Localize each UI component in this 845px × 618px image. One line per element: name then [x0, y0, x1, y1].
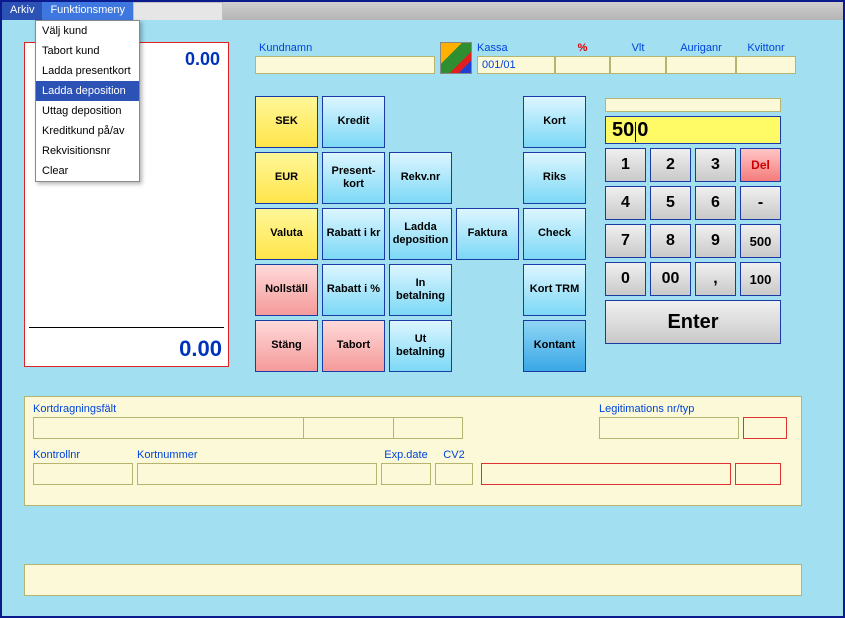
btn-faktura[interactable]: Faktura	[456, 208, 519, 260]
key-8[interactable]: 8	[650, 224, 691, 258]
key-0[interactable]: 0	[605, 262, 646, 296]
btn-valuta[interactable]: Valuta	[255, 208, 318, 260]
btn-inbetalning[interactable]: In betalning	[389, 264, 452, 316]
dd-rekvisitionsnr[interactable]: Rekvisitionsnr	[36, 141, 139, 161]
field-cv2[interactable]	[435, 463, 473, 485]
keypad-area: 500 1 2 3 Del 4 5 6 - 7 8 9	[605, 98, 781, 344]
label-vlt: Vlt	[610, 42, 666, 54]
btn-kontant[interactable]: Kontant	[523, 320, 586, 372]
display-after: 0	[637, 119, 648, 141]
btn-presentkort[interactable]: Present- kort	[322, 152, 385, 204]
key-500[interactable]: 500	[740, 224, 781, 258]
key-00[interactable]: 00	[650, 262, 691, 296]
key-3[interactable]: 3	[695, 148, 736, 182]
label-auriganr: Auriganr	[666, 42, 736, 54]
field-auriganr[interactable]	[666, 56, 736, 74]
btn-check[interactable]: Check	[523, 208, 586, 260]
key-5[interactable]: 5	[650, 186, 691, 220]
label-kundnamn: Kundnamn	[255, 42, 435, 54]
label-expdate: Exp.date	[381, 449, 431, 461]
label-kortdragningsfalt: Kortdragningsfält	[33, 403, 463, 415]
field-kundnamn[interactable]	[255, 56, 435, 74]
btn-nollstall[interactable]: Nollställ	[255, 264, 318, 316]
field-percent[interactable]	[555, 56, 610, 74]
field-expdate[interactable]	[381, 463, 431, 485]
btn-stang[interactable]: Stäng	[255, 320, 318, 372]
dd-uttag-deposition[interactable]: Uttag deposition	[36, 101, 139, 121]
windows-logo-icon[interactable]	[440, 42, 472, 74]
label-kontrollnr: Kontrollnr	[33, 449, 133, 461]
label-percent: %	[555, 42, 610, 54]
key-comma[interactable]: ,	[695, 262, 736, 296]
key-9[interactable]: 9	[695, 224, 736, 258]
key-2[interactable]: 2	[650, 148, 691, 182]
menubar: Arkiv Funktionsmeny	[2, 2, 843, 20]
btn-rabatt-pct[interactable]: Rabatt i %	[322, 264, 385, 316]
field-kortdrag-3[interactable]	[393, 417, 463, 439]
field-red-2[interactable]	[735, 463, 781, 485]
pos-window: Arkiv Funktionsmeny Välj kund Tabort kun…	[0, 0, 845, 618]
display-secondary	[605, 98, 781, 112]
btn-rekvnr[interactable]: Rekv.nr	[389, 152, 452, 204]
field-vlt[interactable]	[610, 56, 666, 74]
dd-tabort-kund[interactable]: Tabort kund	[36, 41, 139, 61]
funktionsmeny-dropdown: Välj kund Tabort kund Ladda presentkort …	[35, 20, 140, 182]
menu-blank-tab	[133, 2, 223, 20]
field-kvittonr[interactable]	[736, 56, 796, 74]
btn-riks[interactable]: Riks	[523, 152, 586, 204]
field-kortdrag-2[interactable]	[303, 417, 393, 439]
btn-sek[interactable]: SEK	[255, 96, 318, 148]
receipt-total: 0.00	[179, 336, 222, 362]
btn-kort[interactable]: Kort	[523, 96, 586, 148]
key-1[interactable]: 1	[605, 148, 646, 182]
label-kassa: Kassa	[477, 42, 555, 54]
dd-valj-kund[interactable]: Välj kund	[36, 21, 139, 41]
key-100[interactable]: 100	[740, 262, 781, 296]
field-kortdrag-1[interactable]	[33, 417, 303, 439]
header-row: Kundnamn Kassa % Vlt Auriganr Kvittonr 0…	[255, 42, 823, 74]
btn-kredit[interactable]: Kredit	[322, 96, 385, 148]
key-7[interactable]: 7	[605, 224, 646, 258]
field-kortnummer[interactable]	[137, 463, 377, 485]
btn-ladda-deposition[interactable]: Ladda deposition	[389, 208, 452, 260]
key-del[interactable]: Del	[740, 148, 781, 182]
key-minus[interactable]: -	[740, 186, 781, 220]
display-before: 50	[612, 119, 634, 141]
label-cv2: CV2	[435, 449, 473, 461]
field-legit-nr[interactable]	[599, 417, 739, 439]
dd-kreditkund[interactable]: Kreditkund på/av	[36, 121, 139, 141]
key-enter[interactable]: Enter	[605, 300, 781, 344]
field-legit-typ[interactable]	[743, 417, 787, 439]
btn-rabatt-kr[interactable]: Rabatt i kr	[322, 208, 385, 260]
label-kortnummer: Kortnummer	[137, 449, 377, 461]
field-red-1[interactable]	[481, 463, 731, 485]
receipt-divider	[29, 327, 224, 328]
menu-funktionsmeny[interactable]: Funktionsmeny	[42, 2, 133, 20]
dd-ladda-presentkort[interactable]: Ladda presentkort	[36, 61, 139, 81]
btn-tabort[interactable]: Tabort	[322, 320, 385, 372]
key-4[interactable]: 4	[605, 186, 646, 220]
menu-arkiv[interactable]: Arkiv	[2, 2, 42, 20]
dd-clear[interactable]: Clear	[36, 161, 139, 181]
key-6[interactable]: 6	[695, 186, 736, 220]
btn-eur[interactable]: EUR	[255, 152, 318, 204]
function-grid: SEK Kredit Kort EUR Present- kort Rekv.n…	[255, 96, 586, 376]
label-legitimation: Legitimations nr/typ	[599, 403, 787, 415]
field-kontrollnr[interactable]	[33, 463, 133, 485]
card-panel: Kortdragningsfält Legitimations nr/typ	[24, 396, 802, 506]
status-bar	[24, 564, 802, 596]
field-kassa: 001/01	[477, 56, 555, 74]
label-kvittonr: Kvittonr	[736, 42, 796, 54]
dd-ladda-deposition[interactable]: Ladda deposition	[36, 81, 139, 101]
btn-utbetalning[interactable]: Ut betalning	[389, 320, 452, 372]
btn-kort-trm[interactable]: Kort TRM	[523, 264, 586, 316]
display-main[interactable]: 500	[605, 116, 781, 144]
